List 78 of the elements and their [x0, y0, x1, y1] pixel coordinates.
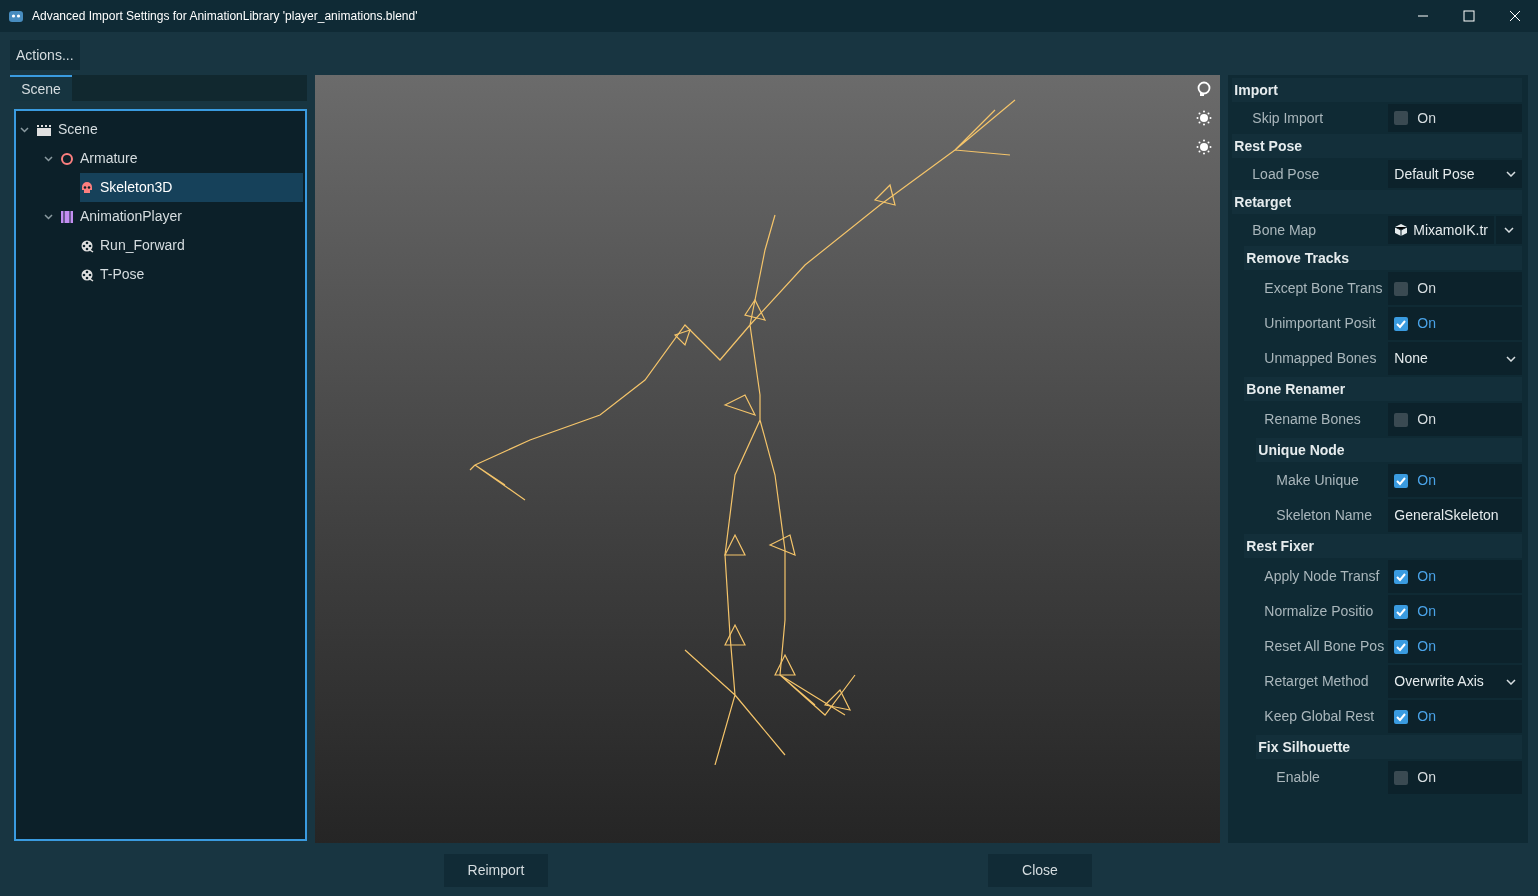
expanded-caret-icon[interactable] — [20, 126, 30, 133]
tree-item[interactable]: Scene — [20, 115, 303, 144]
dropdown-button[interactable] — [1496, 216, 1522, 244]
checkbox[interactable] — [1394, 316, 1409, 331]
checkbox-label[interactable]: On — [1417, 706, 1436, 727]
checkbox[interactable] — [1394, 709, 1409, 724]
orbit-icon[interactable] — [1196, 81, 1213, 97]
text-field[interactable]: GeneralSkeleton — [1388, 499, 1522, 532]
checkbox-label[interactable]: On — [1417, 278, 1436, 299]
tree-item[interactable]: AnimationPlayer — [44, 202, 303, 231]
tree-item[interactable]: Skeleton3D — [80, 173, 303, 202]
ring-icon — [60, 151, 74, 166]
resource-picker[interactable]: MixamoIK.tr — [1388, 216, 1494, 244]
section-header[interactable]: Remove Tracks — [1244, 246, 1522, 270]
tree-item[interactable]: T-Pose — [80, 260, 303, 289]
property-label: Make Unique — [1276, 471, 1360, 490]
film-reel-icon — [80, 267, 94, 282]
property-label: Enable — [1276, 768, 1321, 787]
property-label: Except Bone Trans — [1264, 279, 1384, 298]
section-header[interactable]: Rest Fixer — [1244, 534, 1522, 558]
property-label: Bone Map — [1252, 220, 1318, 240]
checkbox-label[interactable]: On — [1417, 636, 1436, 657]
checkbox-label[interactable]: On — [1417, 107, 1436, 129]
scene-tab[interactable]: Scene — [10, 75, 72, 101]
film-strip-icon — [60, 209, 74, 224]
property-label: Reset All Bone Pos — [1264, 637, 1386, 656]
expanded-caret-icon[interactable] — [44, 155, 54, 162]
section-header[interactable]: Rest Pose — [1232, 134, 1522, 158]
dropdown[interactable]: Default Pose — [1388, 160, 1522, 188]
checkbox[interactable] — [1394, 473, 1409, 488]
expanded-caret-icon[interactable] — [44, 213, 54, 220]
film-reel-icon — [80, 238, 94, 253]
tree-item[interactable]: Run_Forward — [80, 231, 303, 260]
checkbox[interactable] — [1394, 569, 1409, 584]
property-label: Rename Bones — [1264, 410, 1362, 429]
property-label: Keep Global Rest — [1264, 707, 1376, 726]
checkbox-label[interactable]: On — [1417, 601, 1436, 622]
checkbox-label[interactable]: On — [1417, 767, 1436, 788]
dropdown[interactable]: None — [1388, 342, 1522, 375]
section-header[interactable]: Import — [1232, 78, 1522, 102]
checkbox[interactable] — [1394, 412, 1409, 427]
dropdown-caret-icon — [1506, 678, 1516, 685]
property-label: Retarget Method — [1264, 672, 1370, 691]
window-title: Advanced Import Settings for AnimationLibrary 'player_animations.blend' — [32, 8, 418, 25]
dropdown[interactable]: Overwrite Axis — [1388, 665, 1522, 698]
sun-icon[interactable] — [1196, 110, 1213, 126]
checkbox-label[interactable]: On — [1417, 313, 1436, 334]
clapperboard-icon — [36, 122, 52, 137]
checkbox[interactable] — [1394, 604, 1409, 619]
section-header[interactable]: Unique Node — [1256, 438, 1522, 462]
checkbox[interactable] — [1394, 639, 1409, 654]
property-label: Load Pose — [1252, 164, 1321, 184]
dropdown-caret-icon — [1506, 355, 1516, 362]
property-label: Unmapped Bones — [1264, 349, 1378, 368]
property-label: Skip Import — [1252, 108, 1325, 128]
actions-button[interactable]: Actions... — [10, 40, 80, 70]
checkbox[interactable] — [1394, 770, 1409, 785]
property-label: Normalize Positio — [1264, 602, 1375, 621]
checkbox-label[interactable]: On — [1417, 470, 1436, 491]
section-header[interactable]: Bone Renamer — [1244, 377, 1522, 401]
dropdown-caret-icon — [1504, 227, 1514, 233]
checkbox-label[interactable]: On — [1417, 409, 1436, 430]
checkbox[interactable] — [1394, 281, 1409, 296]
sun-icon[interactable] — [1196, 139, 1213, 155]
app-logo-icon — [8, 8, 24, 24]
cube-icon — [1394, 223, 1409, 237]
checkbox[interactable] — [1394, 111, 1409, 125]
property-label: Unimportant Posit — [1264, 314, 1377, 333]
property-label: Skeleton Name — [1276, 506, 1374, 525]
tree-item[interactable]: Armature — [44, 144, 303, 173]
skull-icon — [80, 180, 94, 195]
checkbox-label[interactable]: On — [1417, 566, 1436, 587]
section-header[interactable]: Fix Silhouette — [1256, 735, 1522, 759]
close-button[interactable]: Close — [988, 853, 1092, 887]
dropdown-caret-icon — [1506, 171, 1516, 177]
reimport-button[interactable]: Reimport — [444, 853, 548, 887]
property-label: Apply Node Transf — [1264, 567, 1381, 586]
section-header[interactable]: Retarget — [1232, 190, 1522, 214]
